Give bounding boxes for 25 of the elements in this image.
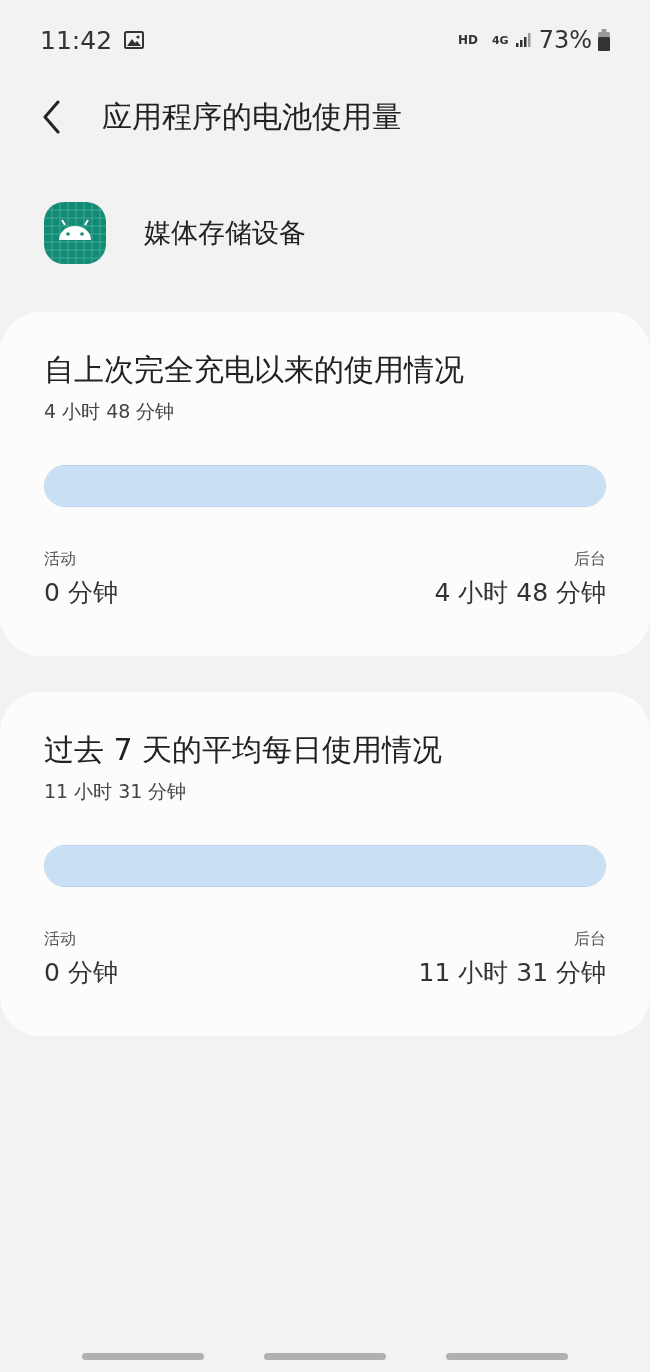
total-usage: 4 小时 48 分钟 xyxy=(44,399,176,424)
nav-handle[interactable] xyxy=(264,1353,386,1360)
battery-percent: 73% xyxy=(538,26,592,54)
card-title: 自上次完全充电以来的使用情况 xyxy=(44,351,465,389)
nav-handle[interactable] xyxy=(446,1353,568,1360)
background-label: 后台 xyxy=(574,549,606,570)
battery-icon xyxy=(598,29,610,51)
background-value: 4 小时 48 分钟 xyxy=(434,577,606,609)
status-time: 11:42 xyxy=(40,25,113,55)
active-label: 活动 xyxy=(44,929,77,950)
total-usage: 11 小时 31 分钟 xyxy=(44,779,188,804)
card-title: 过去 7 天的平均每日使用情况 xyxy=(44,731,444,769)
hd-indicator: HD xyxy=(457,33,478,47)
active-value: 0 分钟 xyxy=(44,577,118,609)
app-name: 媒体存储设备 xyxy=(144,216,306,250)
background-label: 后台 xyxy=(574,929,606,950)
active-value: 0 分钟 xyxy=(44,957,118,989)
signal-icon xyxy=(514,32,533,48)
nav-handle[interactable] xyxy=(82,1353,204,1360)
image-icon xyxy=(124,31,145,49)
background-value: 11 小时 31 分钟 xyxy=(418,957,606,989)
network-indicator: 4G xyxy=(491,33,509,47)
page-title: 应用程序的电池使用量 xyxy=(102,97,402,136)
android-app-icon xyxy=(44,202,106,264)
active-label: 活动 xyxy=(44,549,77,570)
